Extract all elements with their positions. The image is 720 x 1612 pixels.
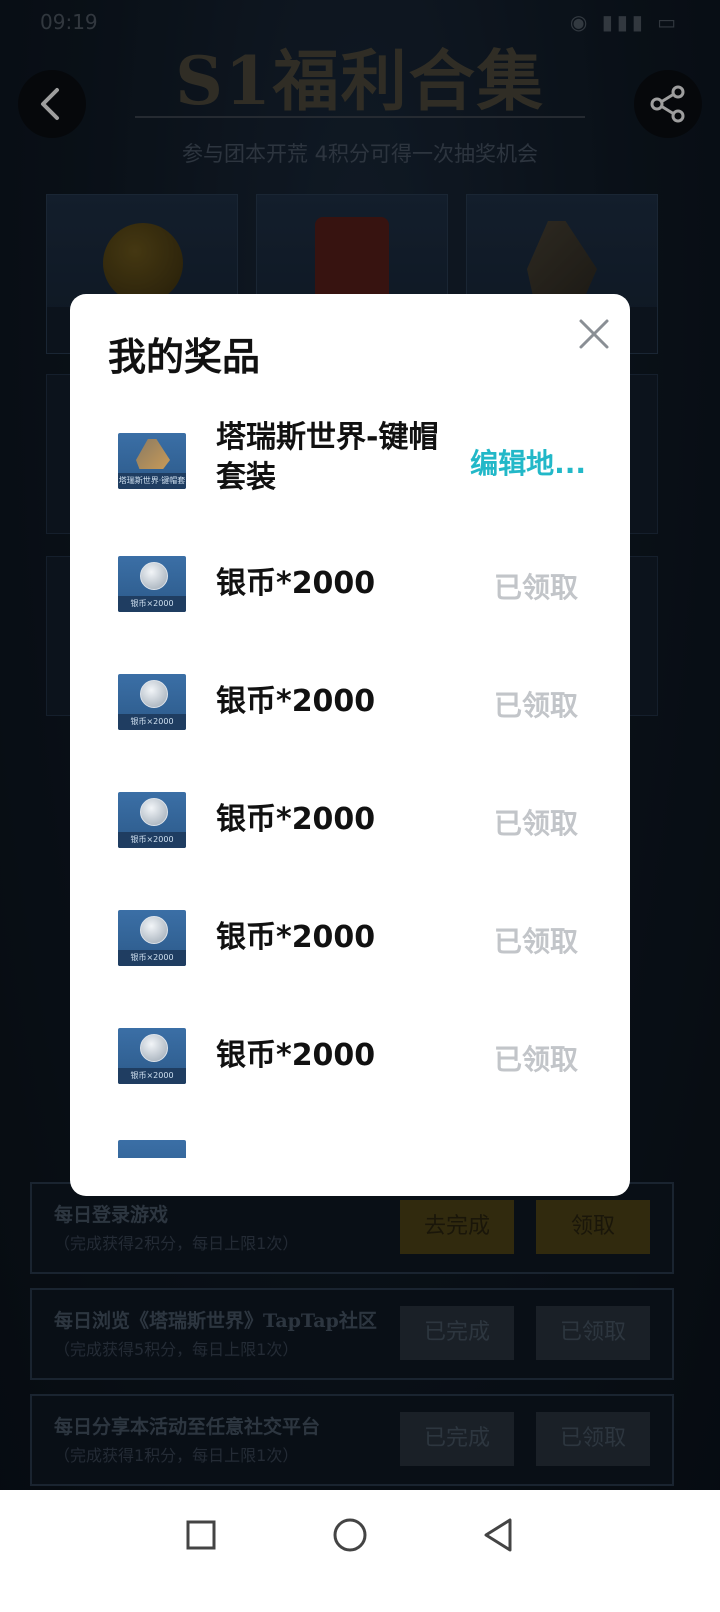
prize-list[interactable]: 塔瑞斯世界·键帽套装 塔瑞斯世界-键帽套装 编辑地... 银币×2000 银币*… — [70, 404, 630, 1158]
prize-name: 银币*2000 — [216, 684, 376, 719]
silver-coin-icon — [140, 562, 168, 590]
silver-coin-icon — [140, 680, 168, 708]
prize-name: 银币*2000 — [216, 802, 376, 837]
prize-item: 银币×2000 银币*2000 已领取 — [70, 786, 630, 904]
silver-coin-thumbnail: 银币×2000 — [118, 792, 186, 848]
claimed-status: 已领取 — [493, 1043, 578, 1076]
triangle-back-icon[interactable] — [474, 1510, 524, 1560]
edit-address-button[interactable]: 编辑地... — [470, 442, 586, 482]
claimed-status: 已领取 — [493, 925, 578, 958]
silver-coin-icon — [140, 798, 168, 826]
prize-name: 银币*2000 — [216, 920, 376, 955]
claimed-status: 已领取 — [493, 571, 578, 604]
prize-thumbnail — [118, 1140, 186, 1158]
system-nav-bar — [0, 1490, 720, 1612]
my-prizes-dialog: 我的奖品 塔瑞斯世界·键帽套装 塔瑞斯世界-键帽套装 编辑地... 银币×200… — [70, 294, 630, 1196]
prize-item: 银币×2000 银币*2000 已领取 — [70, 550, 630, 668]
prize-item: 塔瑞斯世界·键帽套装 塔瑞斯世界-键帽套装 编辑地... — [70, 404, 630, 522]
prize-item: 银币×2000 银币*2000 已领取 — [70, 1022, 630, 1140]
silver-coin-thumbnail: 银币×2000 — [118, 1028, 186, 1084]
prize-name: 塔瑞斯世界-键帽套装 — [216, 420, 439, 495]
close-icon[interactable] — [574, 314, 614, 354]
claimed-status: 已领取 — [493, 807, 578, 840]
keycap-icon — [136, 439, 170, 469]
silver-coin-thumbnail: 银币×2000 — [118, 910, 186, 966]
prize-name: 银币*2000 — [216, 1038, 376, 1073]
silver-coin-icon — [140, 1034, 168, 1062]
dialog-title: 我的奖品 — [108, 335, 261, 379]
circle-icon[interactable] — [325, 1510, 375, 1560]
prize-name: 银币*2000 — [216, 566, 376, 601]
prize-item: 银币×2000 银币*2000 已领取 — [70, 668, 630, 786]
square-icon[interactable] — [176, 1510, 226, 1560]
keycap-thumbnail: 塔瑞斯世界·键帽套装 — [118, 433, 186, 489]
claimed-status: 已领取 — [493, 689, 578, 722]
silver-coin-icon — [140, 916, 168, 944]
silver-coin-thumbnail: 银币×2000 — [118, 556, 186, 612]
silver-coin-thumbnail: 银币×2000 — [118, 674, 186, 730]
prize-item: 银币×2000 银币*2000 已领取 — [70, 904, 630, 1022]
prize-item-partial — [70, 1140, 630, 1158]
